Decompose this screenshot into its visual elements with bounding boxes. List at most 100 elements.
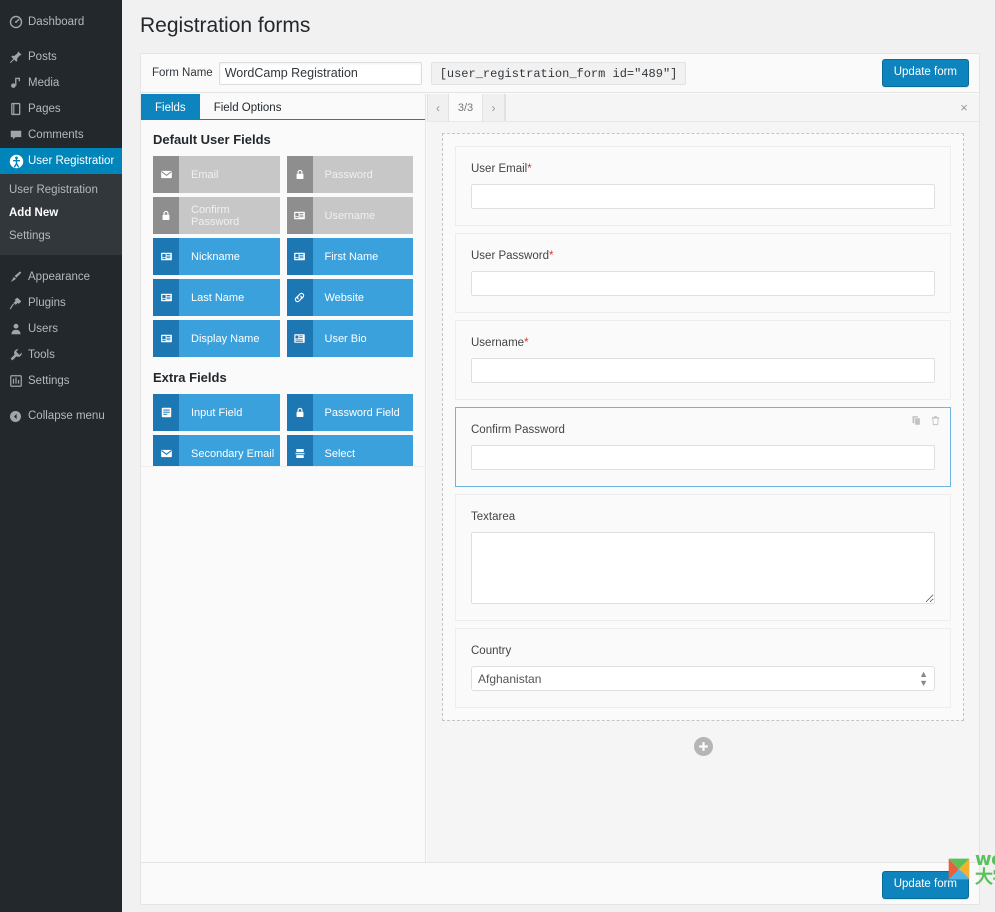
form-name-bar: Form Name [user_registration_form id="48… — [141, 54, 979, 93]
user-registration-icon — [9, 153, 28, 169]
collapse-icon — [9, 408, 28, 424]
field-button-input-field[interactable]: Input Field — [153, 394, 280, 431]
sidebar-item-user-registration[interactable]: User Registration — [0, 148, 122, 174]
duplicate-icon[interactable] — [911, 415, 922, 426]
form-shortcode[interactable]: [user_registration_form id="489"] — [430, 61, 687, 85]
extra-fields-title: Extra Fields — [153, 370, 227, 385]
sidebar-item-label: Media — [28, 77, 60, 89]
user-registration-submenu: User Registration Add New Settings — [0, 174, 122, 255]
sidebar-item-appearance[interactable]: Appearance — [0, 264, 122, 290]
submenu-item-add-new[interactable]: Add New — [0, 202, 122, 225]
media-icon — [9, 75, 28, 91]
preview-field-label: Textarea — [471, 511, 935, 523]
id-card-icon — [286, 238, 313, 275]
preview-toolbar: ‹ 3/3 › × — [427, 94, 979, 122]
fields-panel-empty-space — [141, 466, 425, 864]
sidebar-item-label: Pages — [28, 103, 61, 115]
required-asterisk: * — [548, 250, 554, 262]
sidebar-item-plugins[interactable]: Plugins — [0, 290, 122, 316]
tools-icon — [9, 347, 28, 363]
field-button-first-name[interactable]: First Name — [286, 238, 413, 275]
preview-field-textarea[interactable]: Textarea — [455, 494, 951, 621]
preview-input-confirm-password[interactable] — [471, 445, 935, 470]
sidebar-item-users[interactable]: Users — [0, 316, 122, 342]
sidebar-item-pages[interactable]: Pages — [0, 96, 122, 122]
field-button-label: Email — [191, 168, 219, 181]
required-asterisk: * — [527, 163, 532, 175]
preview-input-username[interactable] — [471, 358, 935, 383]
page-icon — [9, 101, 28, 117]
field-button-website[interactable]: Website — [286, 279, 413, 316]
id-card-icon — [286, 197, 313, 234]
preview-field-country[interactable]: Country Afghanistan ▲ ▼ — [455, 628, 951, 708]
field-button-display-name[interactable]: Display Name — [153, 320, 280, 357]
add-field-row — [442, 721, 964, 756]
form-name-input[interactable] — [218, 61, 422, 85]
update-form-button-bottom[interactable]: Update form — [881, 871, 969, 899]
pager-prev-button[interactable]: ‹ — [427, 94, 449, 121]
users-icon — [9, 321, 28, 337]
preview-field-label-text: Country — [471, 645, 512, 657]
field-button-last-name[interactable]: Last Name — [153, 279, 280, 316]
tab-field-options[interactable]: Field Options — [200, 94, 296, 120]
field-button-confirm-password[interactable]: Confirm Password — [153, 197, 280, 234]
default-user-fields-grid: Email Password Confirm Password Username… — [153, 156, 413, 357]
dashboard-icon — [9, 14, 28, 30]
field-button-label: Input Field — [191, 406, 243, 419]
field-button-username[interactable]: Username — [286, 197, 413, 234]
sidebar-item-media[interactable]: Media — [0, 70, 122, 96]
menu-spacer-1 — [0, 35, 122, 44]
id-card-icon — [153, 279, 179, 316]
field-button-nickname[interactable]: Nickname — [153, 238, 280, 275]
sidebar-item-label: Dashboard — [28, 16, 85, 28]
field-button-password[interactable]: Password — [286, 156, 413, 193]
preview-field-label: User Email* — [471, 163, 935, 175]
field-button-label: Confirm Password — [191, 203, 240, 228]
form-preview-panel: ‹ 3/3 › × User Email* User Password* Use… — [427, 94, 979, 864]
pager-next-button[interactable]: › — [483, 94, 505, 121]
sidebar-item-label: Comments — [28, 129, 84, 141]
page-title: Registration forms — [140, 14, 311, 37]
preview-input-user-email[interactable] — [471, 184, 935, 209]
sidebar-item-tools[interactable]: Tools — [0, 342, 122, 368]
menu-spacer-3 — [0, 394, 122, 403]
admin-sidebar: Dashboard Posts Media Pages Comments Use… — [0, 0, 122, 912]
required-asterisk: * — [524, 337, 529, 349]
preview-field-user-password[interactable]: User Password* — [455, 233, 951, 313]
preview-input-user-password[interactable] — [471, 271, 935, 296]
builder-footer: Update form — [141, 862, 979, 904]
field-button-email[interactable]: Email — [153, 156, 280, 193]
field-button-label: Username — [324, 209, 376, 222]
default-user-fields-title: Default User Fields — [153, 132, 271, 147]
preview-field-username[interactable]: Username* — [455, 320, 951, 400]
form-builder-container: Form Name [user_registration_form id="48… — [140, 53, 980, 905]
main-content: Registration forms Form Name [user_regis… — [122, 0, 995, 912]
field-button-password-field[interactable]: Password Field — [286, 394, 413, 431]
sidebar-item-settings[interactable]: Settings — [0, 368, 122, 394]
sidebar-item-posts[interactable]: Posts — [0, 44, 122, 70]
field-button-user-bio[interactable]: User Bio — [286, 320, 413, 357]
sidebar-item-collapse-menu[interactable]: Collapse menu — [0, 403, 122, 429]
submenu-item-user-registration[interactable]: User Registration — [0, 179, 122, 202]
preview-select-country[interactable]: Afghanistan — [471, 666, 935, 691]
update-form-button-top[interactable]: Update form — [881, 59, 969, 87]
preview-field-label-text: User Email — [471, 163, 528, 175]
form-dropzone[interactable]: User Email* User Password* Username* Con… — [442, 133, 964, 721]
preview-field-actions — [911, 415, 941, 426]
sidebar-item-comments[interactable]: Comments — [0, 122, 122, 148]
preview-field-user-email[interactable]: User Email* — [455, 146, 951, 226]
close-icon[interactable]: × — [949, 94, 979, 121]
add-field-button[interactable] — [693, 737, 713, 756]
preview-field-confirm-password[interactable]: Confirm Password — [455, 407, 951, 487]
panel-tabs: Fields Field Options — [141, 94, 425, 120]
comment-icon — [9, 127, 28, 143]
sidebar-item-label: Users — [28, 323, 59, 335]
preview-textarea-input[interactable] — [471, 532, 935, 604]
fields-panel: Fields Field Options Default User Fields… — [141, 94, 426, 864]
submenu-item-settings[interactable]: Settings — [0, 225, 122, 248]
tab-fields[interactable]: Fields — [141, 94, 200, 120]
field-button-label: First Name — [324, 250, 379, 263]
sidebar-item-dashboard[interactable]: Dashboard — [0, 9, 122, 35]
preview-field-label: User Password* — [471, 250, 935, 262]
trash-icon[interactable] — [930, 415, 941, 426]
